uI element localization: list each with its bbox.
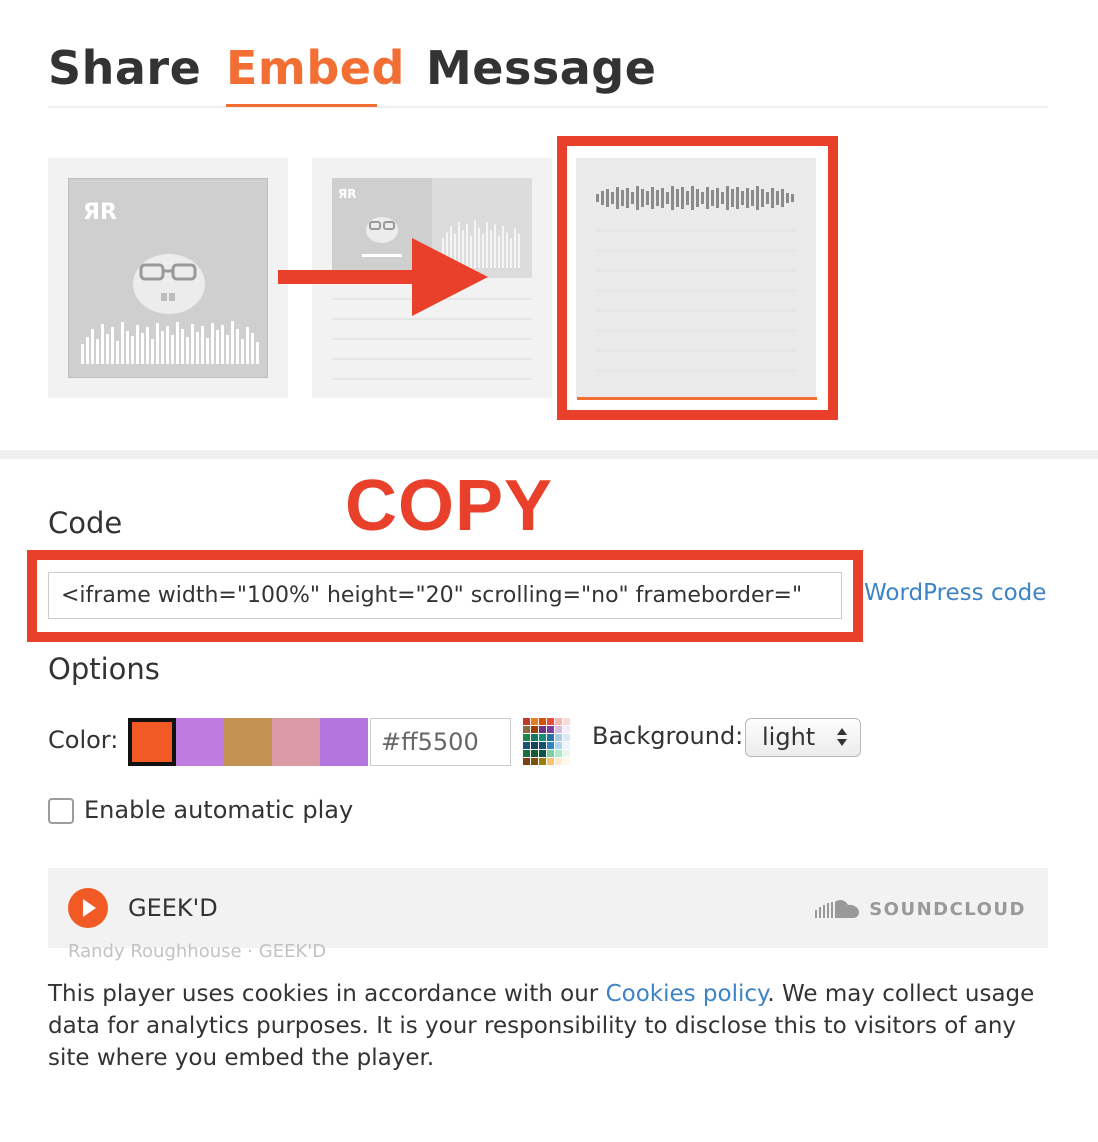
color-swatch-orange[interactable] bbox=[128, 718, 176, 766]
placeholder-line bbox=[596, 330, 796, 332]
placeholder-line bbox=[596, 290, 796, 292]
placeholder-line bbox=[332, 318, 532, 320]
wordpress-code-link[interactable]: WordPress code bbox=[864, 580, 1046, 606]
mini-player-preview-bar: GEEK'D SOUNDCLOUD bbox=[48, 868, 1048, 948]
background-select[interactable]: light bbox=[745, 718, 861, 757]
tab-bar: Share Embed Message bbox=[48, 38, 1048, 108]
color-swatch-purple[interactable] bbox=[176, 718, 224, 766]
placeholder-line bbox=[332, 338, 532, 340]
placeholder-line bbox=[332, 378, 532, 380]
mini-waveform-icon bbox=[596, 186, 794, 210]
background-label: Background: bbox=[592, 722, 744, 750]
color-palette-icon[interactable] bbox=[523, 718, 571, 766]
track-title[interactable]: GEEK'D bbox=[128, 894, 218, 922]
placeholder-line bbox=[596, 230, 796, 232]
select-arrows-icon bbox=[837, 728, 847, 746]
placeholder-line bbox=[596, 370, 796, 372]
tab-message[interactable]: Message bbox=[426, 38, 656, 98]
player-style-visual[interactable]: ЯR bbox=[48, 158, 288, 398]
svg-text:ЯR: ЯR bbox=[83, 200, 117, 225]
cookie-notice-text-start: This player uses cookies in accordance w… bbox=[48, 981, 606, 1007]
svg-text:ЯR: ЯR bbox=[338, 187, 356, 201]
soundcloud-wordmark: SOUNDCLOUD bbox=[869, 898, 1026, 920]
color-swatch-tan[interactable] bbox=[224, 718, 272, 766]
placeholder-line bbox=[596, 310, 796, 312]
placeholder-line bbox=[332, 358, 532, 360]
play-icon bbox=[83, 899, 96, 917]
hex-color-input[interactable]: #ff5500 bbox=[370, 718, 511, 766]
section-divider bbox=[0, 450, 1098, 459]
tab-embed[interactable]: Embed bbox=[226, 38, 405, 98]
geekd-artwork-icon: ЯR bbox=[81, 200, 259, 364]
active-tab-indicator bbox=[226, 104, 377, 107]
options-heading: Options bbox=[48, 652, 160, 686]
background-select-value: light bbox=[762, 723, 816, 751]
player-style-mini[interactable] bbox=[576, 158, 816, 398]
autoplay-checkbox[interactable] bbox=[48, 798, 74, 824]
visual-player-artwork: ЯR bbox=[68, 178, 268, 378]
cookies-policy-link[interactable]: Cookies policy bbox=[606, 981, 768, 1007]
embed-code-field[interactable]: <iframe width="100%" height="20" scrolli… bbox=[48, 572, 842, 619]
play-button[interactable] bbox=[68, 888, 108, 928]
track-subtitle: Randy Roughhouse · GEEK'D bbox=[68, 941, 327, 962]
soundcloud-cloud-icon bbox=[815, 900, 860, 918]
selected-variant-indicator bbox=[577, 397, 817, 400]
autoplay-label: Enable automatic play bbox=[84, 796, 354, 824]
soundcloud-logo[interactable]: SOUNDCLOUD bbox=[815, 898, 1026, 920]
placeholder-line bbox=[596, 350, 796, 352]
color-swatch-pink[interactable] bbox=[272, 718, 320, 766]
arrow-annotation-icon bbox=[278, 238, 488, 316]
placeholder-line bbox=[596, 270, 796, 272]
tab-share[interactable]: Share bbox=[48, 38, 201, 98]
color-label: Color: bbox=[48, 726, 119, 754]
mini-player-preview bbox=[576, 158, 816, 398]
placeholder-line bbox=[596, 250, 796, 252]
code-heading: Code bbox=[48, 506, 123, 540]
cookie-notice: This player uses cookies in accordance w… bbox=[48, 978, 1058, 1074]
color-swatch-violet[interactable] bbox=[320, 718, 368, 766]
copy-annotation: COPY bbox=[345, 466, 554, 546]
